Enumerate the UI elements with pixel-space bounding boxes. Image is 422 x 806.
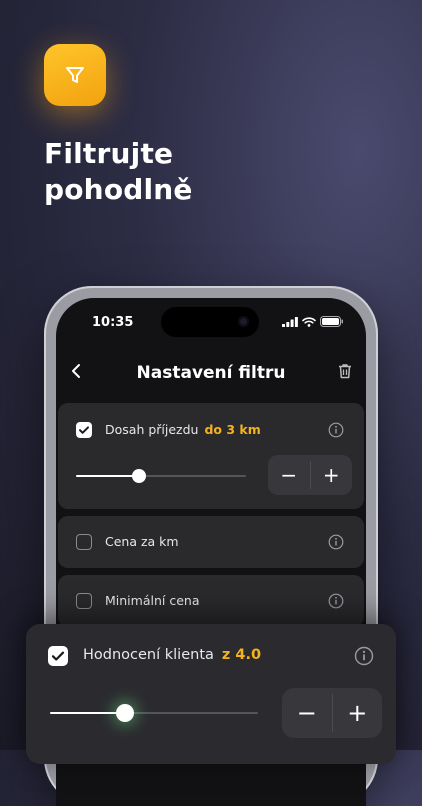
filter-card-client-rating: Hodnocení klienta z 4.0 − +	[26, 624, 396, 764]
price-per-km-label: Cena za km	[105, 534, 179, 549]
promo-line-1: Filtrujte	[44, 137, 174, 170]
rating-slider-fill	[50, 712, 125, 714]
increment-button[interactable]: +	[333, 688, 383, 738]
range-value: do 3 km	[204, 422, 261, 437]
promo-headline: Filtrujte pohodlně	[44, 136, 374, 208]
plus-icon: +	[347, 699, 368, 727]
nav-bar: Nastavení filtru	[56, 352, 366, 396]
range-label-text: Dosah příjezdu	[105, 422, 199, 437]
rating-slider[interactable]	[50, 712, 258, 714]
check-icon	[79, 426, 89, 434]
status-icons	[282, 316, 344, 327]
filter-card-range: Dosah příjezdu do 3 km − +	[58, 403, 364, 509]
plus-icon: +	[322, 463, 340, 487]
info-icon[interactable]	[354, 646, 374, 666]
info-icon[interactable]	[328, 534, 344, 550]
rating-slider-thumb[interactable]	[115, 704, 134, 722]
minus-icon: −	[280, 463, 298, 487]
range-slider[interactable]	[76, 475, 246, 477]
dynamic-island	[161, 307, 259, 337]
battery-icon	[320, 316, 343, 327]
app-icon	[44, 44, 106, 106]
range-label: Dosah příjezdu do 3 km	[105, 422, 261, 437]
page-title: Nastavení filtru	[136, 363, 286, 383]
min-price-checkbox[interactable]	[76, 593, 92, 609]
rating-checkbox[interactable]	[48, 646, 68, 666]
signal-icon	[282, 316, 298, 327]
range-checkbox[interactable]	[76, 422, 92, 438]
increment-button[interactable]: +	[311, 455, 353, 495]
range-slider-thumb[interactable]	[131, 469, 146, 483]
decrement-button[interactable]: −	[268, 455, 310, 495]
trash-icon[interactable]	[336, 362, 354, 380]
info-icon[interactable]	[328, 593, 344, 609]
wifi-icon	[302, 316, 316, 327]
filter-card-min-price: Minimální cena	[58, 575, 364, 627]
range-stepper: − +	[268, 455, 352, 495]
rating-label-text: Hodnocení klienta	[83, 647, 214, 663]
rating-stepper: − +	[282, 688, 382, 738]
range-slider-fill	[76, 475, 139, 477]
filter-card-price-per-km: Cena za km	[58, 516, 364, 568]
check-icon	[51, 651, 65, 661]
info-icon[interactable]	[328, 422, 344, 438]
minus-icon: −	[296, 699, 317, 727]
price-per-km-checkbox[interactable]	[76, 534, 92, 550]
rating-value: z 4.0	[221, 647, 262, 663]
rating-label: Hodnocení klienta z 4.0	[83, 647, 261, 663]
status-time: 10:35	[92, 315, 134, 330]
camera-icon	[238, 316, 249, 327]
promo-line-2: pohodlně	[44, 173, 193, 206]
min-price-label: Minimální cena	[105, 593, 200, 608]
filter-icon	[66, 67, 84, 83]
decrement-button[interactable]: −	[282, 688, 332, 738]
